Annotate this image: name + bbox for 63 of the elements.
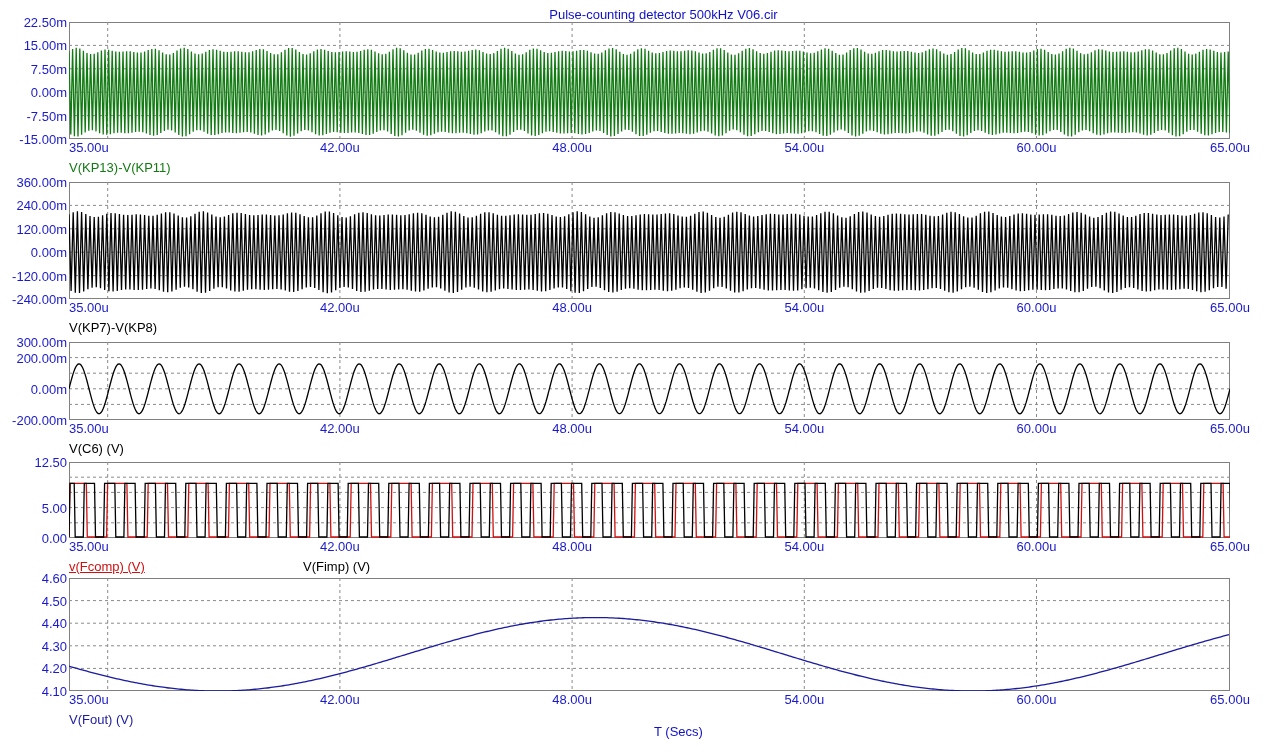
x-tick-label: 35.00u — [69, 140, 109, 155]
y-tick-label: 4.20 — [41, 660, 67, 676]
x-tick-label: 65.00u — [1210, 421, 1250, 436]
y-tick-label: 4.30 — [41, 638, 67, 654]
y-tick-label: 4.10 — [41, 683, 67, 699]
x-tick-label: 54.00u — [784, 300, 825, 315]
trace-label[interactable]: V(Fimp) (V) — [303, 559, 371, 574]
y-tick-label: 300.00m — [16, 334, 67, 350]
y-tick-label: -120.00m — [12, 268, 67, 284]
x-tick-label: 48.00u — [552, 421, 592, 436]
x-tick-label: 42.00u — [320, 300, 360, 315]
x-axis-label: T (Secs) — [654, 724, 703, 739]
trace-label[interactable]: V(C6) (V) — [69, 441, 124, 456]
x-tick-label: 42.00u — [320, 539, 360, 554]
x-tick-label: 60.00u — [1016, 539, 1057, 554]
x-tick-label: 65.00u — [1210, 692, 1250, 707]
x-tick-label: 42.00u — [320, 692, 360, 707]
x-tick-label: 35.00u — [69, 300, 109, 315]
y-tick-label: 0.00 — [41, 530, 67, 546]
chart-title: Pulse-counting detector 500kHz V06.cir — [549, 7, 778, 22]
x-tick-label: 60.00u — [1016, 421, 1057, 436]
y-tick-label: 0.00m — [30, 244, 67, 260]
trace-label[interactable]: v(Fcomp) (V) — [69, 559, 145, 574]
x-tick-label: 65.00u — [1210, 140, 1250, 155]
x-tick-label: 60.00u — [1016, 300, 1057, 315]
y-tick-label: 15.00m — [23, 37, 67, 53]
x-tick-label: 54.00u — [784, 692, 825, 707]
y-tick-label: 360.00m — [16, 174, 67, 190]
x-tick-label: 60.00u — [1016, 140, 1057, 155]
y-tick-label: 200.00m — [16, 350, 67, 366]
y-tick-label: -7.50m — [26, 108, 67, 124]
x-tick-label: 54.00u — [784, 140, 825, 155]
x-tick-label: 48.00u — [552, 300, 592, 315]
x-tick-label: 35.00u — [69, 692, 109, 707]
y-tick-label: -15.00m — [19, 131, 67, 147]
trace-label[interactable]: V(KP7)-V(KP8) — [69, 320, 158, 335]
trace-label[interactable]: V(Fout) (V) — [69, 712, 134, 727]
x-tick-label: 48.00u — [552, 692, 592, 707]
y-tick-label: 240.00m — [16, 197, 67, 213]
y-tick-label: -240.00m — [12, 291, 67, 307]
y-tick-label: 22.50m — [23, 14, 67, 30]
x-tick-label: 54.00u — [784, 421, 825, 436]
x-tick-label: 48.00u — [552, 539, 592, 554]
y-tick-label: 12.50 — [34, 454, 67, 470]
y-tick-label: 4.40 — [41, 615, 67, 631]
y-tick-label: 0.00m — [30, 381, 67, 397]
x-tick-label: 35.00u — [69, 539, 109, 554]
y-tick-label: -200.00m — [12, 412, 67, 428]
x-tick-label: 65.00u — [1210, 539, 1250, 554]
x-tick-label: 65.00u — [1210, 300, 1250, 315]
x-tick-label: 42.00u — [320, 421, 360, 436]
x-tick-label: 42.00u — [320, 140, 360, 155]
y-tick-label: 4.50 — [41, 593, 67, 609]
y-tick-label: 7.50m — [30, 61, 67, 77]
y-tick-label: 4.60 — [41, 570, 67, 586]
y-tick-label: 5.00 — [41, 500, 67, 516]
trace-label[interactable]: V(KP13)-V(KP11) — [69, 160, 171, 175]
x-tick-label: 60.00u — [1016, 692, 1057, 707]
y-tick-label: 0.00m — [30, 84, 67, 100]
y-tick-label: 120.00m — [16, 221, 67, 237]
x-tick-label: 48.00u — [552, 140, 592, 155]
x-tick-label: 35.00u — [69, 421, 109, 436]
x-tick-label: 54.00u — [784, 539, 825, 554]
